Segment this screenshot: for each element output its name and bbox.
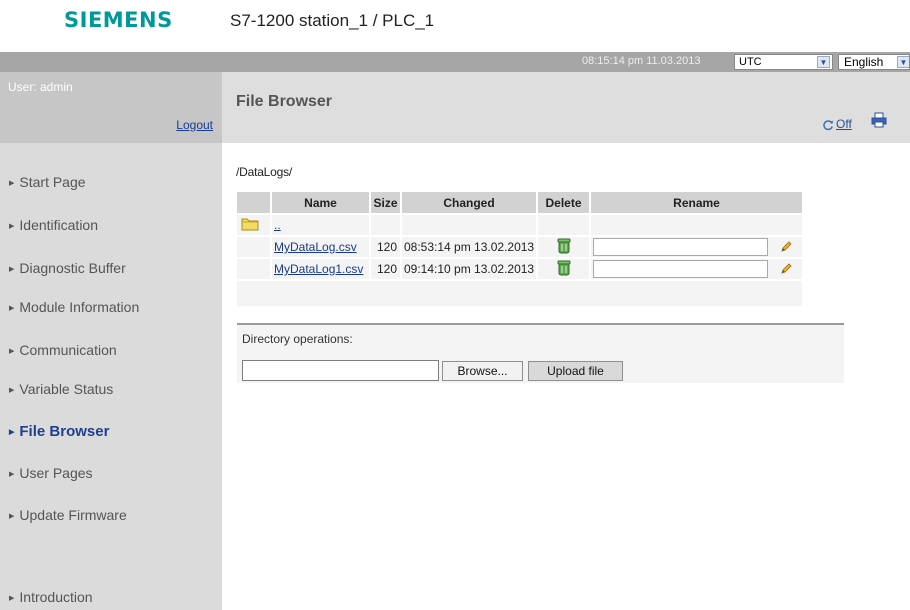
- file-size: 120: [369, 257, 401, 280]
- sidebar-item-diagnostic-buffer[interactable]: ▶ Diagnostic Buffer: [9, 260, 126, 276]
- file-link[interactable]: MyDataLog1.csv: [274, 262, 363, 276]
- timezone-select[interactable]: UTC ▼: [734, 54, 833, 70]
- sidebar-item-module-information[interactable]: ▶ Module Information: [9, 299, 139, 315]
- rename-input[interactable]: [593, 260, 768, 278]
- upload-file-path-field[interactable]: [242, 360, 439, 381]
- sidebar-item-label: Introduction: [19, 589, 93, 605]
- refresh-icon[interactable]: [822, 119, 834, 131]
- triangle-right-icon: ▶: [9, 513, 15, 520]
- top-header: SIEMENS S7-1200 station_1 / PLC_1: [0, 0, 910, 52]
- sidebar-item-label: Variable Status: [19, 381, 114, 397]
- language-select[interactable]: English ▼: [838, 54, 910, 70]
- top-status-bar: 08:15:14 pm 11.03.2013 UTC ▼ English ▼: [0, 52, 910, 72]
- rename-input[interactable]: [593, 238, 768, 256]
- chevron-down-icon[interactable]: ▼: [897, 56, 909, 68]
- parent-dir-cell: ..: [270, 213, 370, 236]
- user-box: User: admin Logout: [0, 72, 222, 143]
- rename-cell: [589, 235, 802, 258]
- sidebar-item-label: File Browser: [19, 423, 110, 440]
- triangle-right-icon: ▶: [9, 348, 15, 355]
- column-header-changed: Changed: [400, 192, 537, 214]
- triangle-right-icon: ▶: [9, 180, 15, 187]
- directory-operations: Directory operations: Browse... Upload f…: [237, 323, 844, 383]
- column-header-size: Size: [369, 192, 401, 214]
- sidebar-item-label: User Pages: [19, 465, 93, 481]
- triangle-right-icon: ▶: [9, 429, 15, 436]
- language-value: English: [844, 55, 884, 69]
- triangle-right-icon: ▶: [9, 223, 15, 230]
- rename-cell: [589, 257, 802, 280]
- page-title: File Browser: [236, 93, 333, 110]
- sidebar-item-introduction[interactable]: ▶ Introduction: [9, 589, 93, 605]
- sidebar-item-label: Diagnostic Buffer: [19, 260, 126, 276]
- delete-cell: [536, 235, 590, 258]
- table-row: MyDataLog1.csv 120 09:14:10 pm 13.02.201…: [237, 257, 802, 280]
- sidebar-item-label: Communication: [19, 342, 117, 358]
- triangle-right-icon: ▶: [9, 595, 15, 602]
- logout-link[interactable]: Logout: [176, 118, 213, 132]
- sidebar-item-label: Start Page: [19, 174, 86, 190]
- directory-operations-label: Directory operations:: [242, 332, 353, 346]
- sidebar-item-label: Module Information: [19, 299, 140, 315]
- sidebar-item-label: Identification: [19, 217, 98, 233]
- column-header-name: Name: [270, 192, 370, 214]
- table-cell: [536, 213, 590, 236]
- refresh-off-link[interactable]: Off: [836, 117, 852, 131]
- siemens-logo: SIEMENS: [64, 8, 173, 32]
- sidebar-item-start-page[interactable]: ▶ Start Page: [9, 174, 86, 190]
- browse-button[interactable]: Browse...: [442, 361, 523, 381]
- table-cell: [237, 235, 271, 258]
- pencil-icon[interactable]: [780, 241, 792, 253]
- trash-icon[interactable]: [557, 238, 571, 254]
- header-icon-col: [237, 192, 271, 214]
- sidebar-item-update-firmware[interactable]: ▶ Update Firmware: [9, 507, 127, 523]
- sidebar-item-label: Update Firmware: [19, 507, 127, 523]
- table-row: MyDataLog.csv 120 08:53:14 pm 13.02.2013: [237, 235, 802, 258]
- sidebar-item-file-browser[interactable]: ▶ File Browser: [9, 423, 109, 440]
- file-name-cell: MyDataLog.csv: [270, 235, 370, 258]
- table-header-row: Name Size Changed Delete Rename: [237, 192, 802, 214]
- triangle-right-icon: ▶: [9, 471, 15, 478]
- file-name-cell: MyDataLog1.csv: [270, 257, 370, 280]
- folder-icon[interactable]: [241, 217, 259, 231]
- print-icon[interactable]: [871, 112, 887, 128]
- table-row-parent: ..: [237, 213, 802, 236]
- sidebar-item-user-pages[interactable]: ▶ User Pages: [9, 465, 93, 481]
- sidebar-item-communication[interactable]: ▶ Communication: [9, 342, 117, 358]
- table-cell: [589, 213, 802, 236]
- user-label: User: admin: [8, 80, 73, 94]
- pencil-icon[interactable]: [780, 263, 792, 275]
- upload-file-button[interactable]: Upload file: [528, 361, 623, 381]
- triangle-right-icon: ▶: [9, 387, 15, 394]
- column-header-rename: Rename: [589, 192, 802, 214]
- file-table: Name Size Changed Delete Rename .. MyDat…: [237, 192, 802, 306]
- chevron-down-icon[interactable]: ▼: [817, 56, 830, 68]
- file-link[interactable]: MyDataLog.csv: [274, 240, 357, 254]
- column-header-delete: Delete: [536, 192, 590, 214]
- table-cell: [369, 213, 401, 236]
- parent-dir-link[interactable]: ..: [274, 218, 281, 232]
- folder-cell: [237, 213, 271, 236]
- table-spacer-row: [237, 279, 802, 306]
- file-changed: 08:53:14 pm 13.02.2013: [400, 235, 537, 258]
- delete-cell: [536, 257, 590, 280]
- current-path: /DataLogs/: [236, 165, 293, 179]
- sidebar-item-variable-status[interactable]: ▶ Variable Status: [9, 381, 113, 397]
- content-header: File Browser Off: [222, 72, 910, 143]
- trash-icon[interactable]: [557, 260, 571, 276]
- datetime-display: 08:15:14 pm 11.03.2013: [582, 55, 701, 67]
- table-spacer: [237, 279, 802, 306]
- file-changed: 09:14:10 pm 13.02.2013: [400, 257, 537, 280]
- triangle-right-icon: ▶: [9, 266, 15, 273]
- timezone-value: UTC: [739, 56, 762, 68]
- sidebar: User: admin Logout ▶ Start Page ▶ Identifi…: [0, 72, 222, 610]
- sidebar-item-identification[interactable]: ▶ Identification: [9, 217, 98, 233]
- station-title: S7-1200 station_1 / PLC_1: [230, 11, 435, 30]
- table-cell: [400, 213, 537, 236]
- triangle-right-icon: ▶: [9, 305, 15, 312]
- file-size: 120: [369, 235, 401, 258]
- table-cell: [237, 257, 271, 280]
